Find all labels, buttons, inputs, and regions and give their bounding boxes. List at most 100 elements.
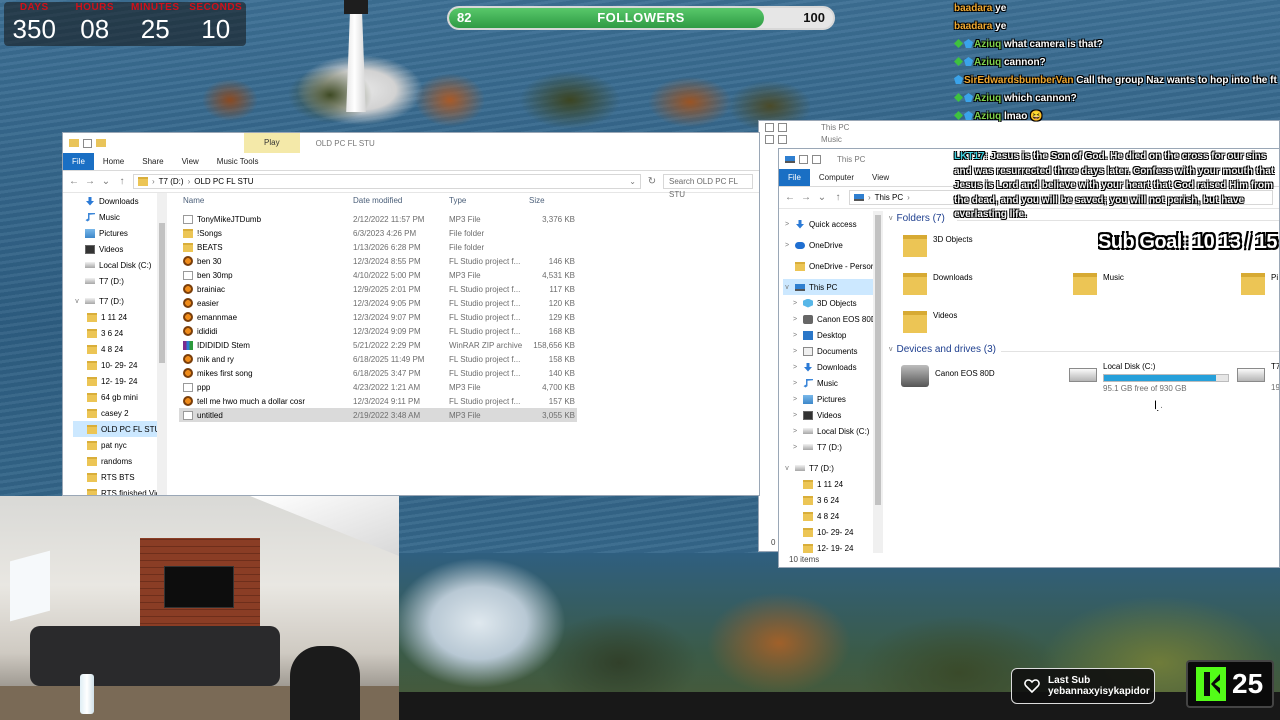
chevron-right-icon[interactable]: > [791, 444, 799, 451]
nav-item-canon-eos-80d[interactable]: > Canon EOS 80D [783, 311, 875, 327]
nav-folder-item[interactable]: 4 8 24 [783, 508, 875, 524]
folder-tile-music[interactable]: Music [1073, 273, 1124, 295]
file-row[interactable]: easier 12/3/2024 9:05 PM FL Studio project… [179, 296, 577, 310]
back-arrow-icon[interactable]: ← [785, 192, 795, 203]
nav-folder-item[interactable]: OLD PC FL STU [73, 421, 163, 437]
chevron-right-icon[interactable]: > [791, 412, 799, 419]
recent-dropdown-icon[interactable]: ⌄ [101, 176, 111, 187]
file-row[interactable]: ben 30mp 4/10/2022 5:00 PM MP3 File 4,531 K… [179, 268, 577, 282]
nav-folder-item[interactable]: 4 8 24 [73, 341, 163, 357]
column-type-header[interactable]: Type [449, 196, 529, 205]
chevron-right-icon[interactable]: > [791, 428, 799, 435]
chevron-down-icon[interactable]: v [783, 465, 791, 472]
refresh-icon[interactable]: ↻ [647, 176, 657, 187]
chevron-right-icon[interactable]: > [791, 348, 799, 355]
nav-item-local-disk-c-[interactable]: Local Disk (C:) [73, 257, 163, 273]
nav-folder-item[interactable]: 3 6 24 [783, 492, 875, 508]
up-arrow-icon[interactable]: ↑ [117, 176, 127, 187]
file-row[interactable]: BEATS 1/13/2026 6:28 PM File folder [179, 240, 577, 254]
nav-item-music[interactable]: Music [73, 209, 163, 225]
nav-item-this-pc[interactable]: v This PC [783, 279, 875, 295]
devices-section-header[interactable]: v Devices and drives (3) [889, 344, 996, 355]
nav-pane-scrollbar[interactable] [157, 193, 167, 495]
file-row[interactable]: brainiac 12/9/2025 2:01 PM FL Studio proje… [179, 282, 577, 296]
folder-tile-3d-objects[interactable]: 3D Objects [903, 235, 973, 257]
chevron-down-icon[interactable]: v [889, 215, 893, 222]
drive-tile-local-disk[interactable]: Local Disk (C:) 95.1 GB free of 930 GB [1069, 362, 1229, 393]
folder-tile-pictures[interactable]: Pi [1241, 273, 1278, 295]
ribbon-tab-home[interactable]: Home [94, 153, 133, 170]
chevron-right-icon[interactable]: > [791, 364, 799, 371]
nav-folder-item[interactable]: 12- 19- 24 [73, 373, 163, 389]
file-row[interactable]: ben 30 12/3/2024 8:55 PM FL Studio project… [179, 254, 577, 268]
chevron-right-icon[interactable]: > [791, 380, 799, 387]
chevron-right-icon[interactable]: > [783, 221, 791, 228]
file-row[interactable]: untitled 2/19/2022 3:48 AM MP3 File 3,055 K… [179, 408, 577, 422]
column-date-header[interactable]: Date modified [353, 196, 449, 205]
column-size-header[interactable]: Size [529, 196, 577, 205]
this-pc-nav-scrollbar-thumb[interactable] [875, 215, 881, 505]
chevron-right-icon[interactable]: > [791, 396, 799, 403]
chevron-down-icon[interactable]: v [889, 346, 893, 353]
search-input[interactable]: Search OLD PC FL STU [663, 174, 753, 199]
nav-folder-item[interactable]: 10- 29- 24 [73, 357, 163, 373]
nav-folder-item[interactable]: 1 11 24 [783, 476, 875, 492]
forward-arrow-icon[interactable]: → [801, 192, 811, 203]
breadcrumb-drive[interactable]: T7 (D:) [159, 177, 184, 186]
chevron-right-icon[interactable]: > [791, 300, 799, 307]
nav-folder-item[interactable]: RTS finished Vids [73, 485, 163, 495]
play-contextual-tab[interactable]: Play [244, 133, 300, 153]
nav-item-local-disk-c-[interactable]: > Local Disk (C:) [783, 423, 875, 439]
folder-tile-videos[interactable]: Videos [903, 311, 957, 333]
quick-access-box-icon[interactable] [812, 154, 821, 164]
nav-folder-item[interactable]: RTS BTS [73, 469, 163, 485]
file-row[interactable]: TonyMikeJTDumb 2/12/2022 11:57 PM MP3 File… [179, 212, 577, 226]
nav-item-downloads[interactable]: > Downloads [783, 359, 875, 375]
nav-folder-item[interactable]: 64 gb mini [73, 389, 163, 405]
this-pc-nav-scrollbar[interactable] [873, 211, 883, 555]
breadcrumb-this-pc[interactable]: This PC [875, 193, 903, 202]
nav-item-t7-d-[interactable]: T7 (D:) [73, 273, 163, 289]
ribbon-tab-file[interactable]: File [779, 169, 810, 186]
chevron-down-icon[interactable]: v [783, 284, 791, 291]
file-row[interactable]: tell me hwo much a dollar cosr 12/3/2024 … [179, 394, 577, 408]
nav-item-downloads[interactable]: Downloads [73, 193, 163, 209]
nav-folder-item[interactable]: casey 2 [73, 405, 163, 421]
explorer-window-old-pc[interactable]: Play OLD PC FL STU File Home Share View Musi… [62, 132, 760, 496]
ribbon-tab-computer[interactable]: Computer [810, 169, 863, 186]
properties-checkbox-icon[interactable] [83, 138, 92, 148]
folder-tile-downloads[interactable]: Downloads [903, 273, 973, 295]
nav-item-onedrive-persor[interactable]: OneDrive - Persor [783, 258, 875, 274]
nav-item-onedrive[interactable]: > OneDrive [783, 237, 875, 253]
nav-item-videos[interactable]: > Videos [783, 407, 875, 423]
nav-item-videos[interactable]: Videos [73, 241, 163, 257]
ribbon-tab-music-tools[interactable]: Music Tools [208, 153, 268, 170]
forward-arrow-icon[interactable]: → [85, 176, 95, 187]
drive-tile-t7[interactable]: T7 19 [1237, 362, 1279, 392]
explorer-back-tab-music[interactable]: Music [821, 135, 842, 144]
address-path-field[interactable]: › T7 (D:) › OLD PC FL STU ⌄ [133, 174, 641, 189]
file-row[interactable]: !Songs 6/3/2023 4:26 PM File folder [179, 226, 577, 240]
file-row[interactable]: emannmae 12/3/2024 9:07 PM FL Studio proje… [179, 310, 577, 324]
ribbon-tab-share[interactable]: Share [133, 153, 172, 170]
nav-folder-item[interactable]: 10- 29- 24 [783, 524, 875, 540]
chevron-down-icon[interactable]: ⌄ [629, 177, 640, 186]
nav-folder-item[interactable]: randoms [73, 453, 163, 469]
device-tile-camera[interactable]: Canon EOS 80D [901, 365, 995, 387]
nav-item-drive-t7[interactable]: v T7 (D:) [73, 293, 163, 309]
chevron-right-icon[interactable]: > [791, 332, 799, 339]
ribbon-tab-file[interactable]: File [63, 153, 94, 170]
nav-item-quick-access[interactable]: > Quick access [783, 216, 875, 232]
folders-section-header[interactable]: v Folders (7) [889, 213, 945, 224]
new-folder-icon[interactable] [96, 139, 106, 147]
nav-pane-scrollbar-thumb[interactable] [159, 223, 165, 363]
explorer-titlebar[interactable]: Play OLD PC FL STU [63, 133, 759, 153]
chevron-down-icon[interactable]: v [73, 298, 81, 305]
nav-folder-item[interactable]: pat nyc [73, 437, 163, 453]
back-arrow-icon[interactable]: ← [69, 176, 79, 187]
nav-item-3d-objects[interactable]: >3D Objects [783, 295, 875, 311]
nav-item-music[interactable]: > Music [783, 375, 875, 391]
file-row[interactable]: ppp 4/23/2022 1:21 AM MP3 File 4,700 KB [179, 380, 577, 394]
column-name-header[interactable]: Name [181, 196, 353, 205]
file-row[interactable]: mik and ry 6/18/2025 11:49 PM FL Studio pr… [179, 352, 577, 366]
